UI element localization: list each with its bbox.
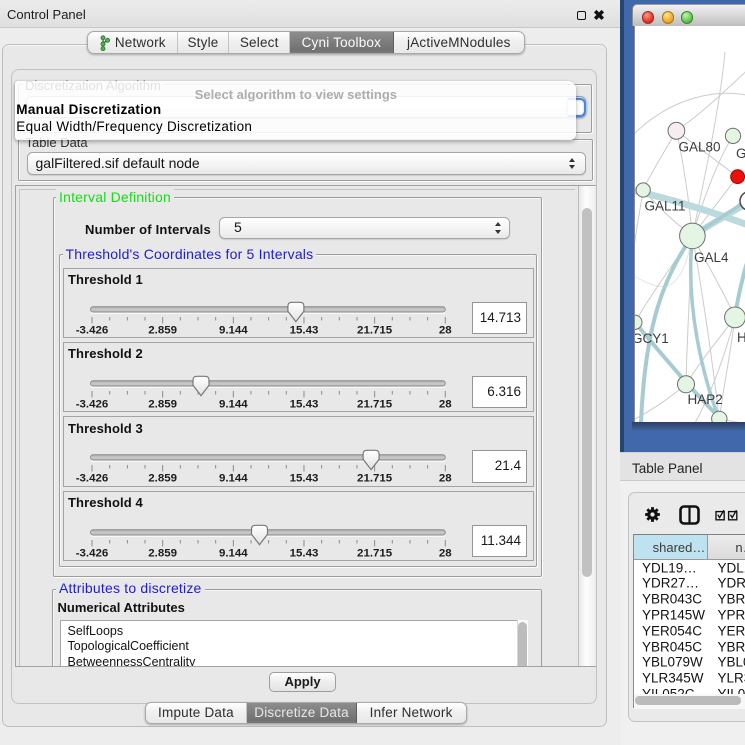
svg-text:-3.426: -3.426: [75, 324, 108, 336]
svg-text:28: 28: [438, 324, 451, 336]
svg-text:2.859: 2.859: [148, 547, 177, 559]
svg-text:2.859: 2.859: [148, 473, 177, 485]
svg-text:9.144: 9.144: [218, 398, 247, 410]
svg-text:GAL11: GAL11: [644, 199, 685, 214]
svg-text:28: 28: [438, 398, 451, 410]
svg-text:15.43: 15.43: [289, 547, 318, 559]
svg-text:-3.426: -3.426: [75, 473, 108, 485]
svg-text:28: 28: [438, 547, 451, 559]
svg-text:15.43: 15.43: [289, 398, 318, 410]
svg-text:15.43: 15.43: [289, 324, 318, 336]
svg-text:GAL80: GAL80: [678, 140, 720, 155]
svg-text:2.859: 2.859: [148, 398, 177, 410]
svg-text:GA: GA: [736, 146, 745, 161]
svg-text:9.144: 9.144: [218, 324, 247, 336]
svg-text:GCY1: GCY1: [635, 331, 669, 346]
svg-text:HAP2: HAP2: [687, 392, 722, 407]
svg-text:21.715: 21.715: [357, 473, 393, 485]
svg-text:9.144: 9.144: [218, 473, 247, 485]
svg-text:21.715: 21.715: [357, 547, 393, 559]
svg-text:28: 28: [438, 473, 451, 485]
svg-text:-3.426: -3.426: [75, 547, 108, 559]
svg-text:21.715: 21.715: [357, 324, 393, 336]
svg-text:15.43: 15.43: [289, 473, 318, 485]
svg-text:-3.426: -3.426: [75, 398, 108, 410]
svg-text:H: H: [737, 330, 745, 345]
svg-text:GAL4: GAL4: [694, 250, 729, 265]
svg-text:21.715: 21.715: [357, 398, 393, 410]
svg-text:9.144: 9.144: [218, 547, 247, 559]
svg-text:2.859: 2.859: [148, 324, 177, 336]
